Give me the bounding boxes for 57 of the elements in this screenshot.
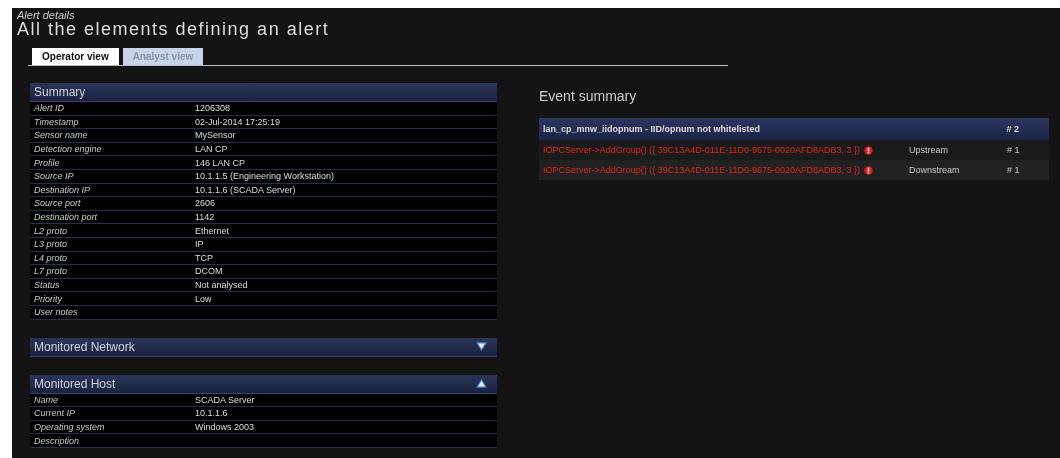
section-header[interactable]: Monitored Host (30, 374, 497, 394)
field-label: Profile (34, 157, 61, 168)
page-title: All the elements defining an alert (17, 21, 330, 38)
field-label: Detection engine (34, 144, 103, 155)
field-label: Destination port (34, 212, 99, 223)
event-rule-name: lan_cp_mnw_iidopnum - IID/opnum not whitelisted (543, 124, 760, 134)
event-count: # 1 (1007, 165, 1020, 175)
breadcrumb: Alert details (17, 10, 75, 21)
field-label: Operating system (34, 422, 106, 432)
field-value: Low (195, 293, 212, 304)
field-value: 02-Jul-2014 17:25:19 (195, 116, 281, 127)
event-direction: Upstream (909, 145, 949, 155)
field-label: L4 proto (34, 252, 69, 263)
section-header[interactable]: Monitored Network (30, 337, 497, 357)
collapse-arrow-icon[interactable] (476, 379, 487, 388)
field-value: 10.1.1.5 (Engineering Workstation) (195, 171, 334, 182)
field-value: SCADA Server (195, 394, 255, 405)
field-value: 1142 (195, 212, 215, 223)
event-direction: Downstream (909, 165, 961, 175)
field-label: L2 proto (34, 225, 69, 236)
field-value: LAN CP (195, 144, 228, 155)
section-header[interactable]: Summary (30, 83, 497, 102)
field-label: Destination IP (34, 184, 92, 195)
event-text: IOPCServer->AddGroup() ({ 39C13A4D-011E-11D0-9675-0020AFD8ADB3, 3 }) (543, 165, 861, 175)
field-label: User notes (34, 307, 79, 318)
field-value: IP (195, 239, 204, 250)
field-label: Source IP (34, 171, 75, 182)
field-value: 10.1.1.6 (SCADA Server) (195, 184, 296, 195)
field-label: L7 proto (34, 266, 69, 277)
field-value: MySensor (195, 130, 236, 141)
field-value: Not analysed (195, 280, 248, 290)
section-title: Event summary (539, 88, 638, 104)
event-count: # 2 (1006, 124, 1019, 134)
alert-icon (864, 165, 874, 175)
field-label: Status (34, 280, 61, 290)
alert-icon (864, 145, 874, 155)
field-label: Name (34, 394, 59, 405)
field-value: Windows 2003 (195, 422, 255, 432)
field-value: Ethernet (195, 225, 230, 236)
field-label: Sensor name (34, 130, 89, 141)
field-value: DCOM (195, 266, 223, 277)
field-value: 2606 (195, 198, 216, 209)
tab[interactable]: Operator view (32, 48, 119, 65)
field-label: L3 proto (34, 239, 69, 250)
collapse-arrow-icon[interactable] (476, 342, 487, 351)
field-value: 1206308 (195, 103, 231, 114)
field-label: Current IP (34, 408, 76, 419)
field-label: Priority (34, 293, 64, 304)
field-label: Alert ID (34, 103, 65, 114)
event-count: # 1 (1007, 145, 1020, 155)
field-value: 10.1.1.6 (195, 408, 228, 419)
field-label: Source port (34, 198, 82, 209)
field-value: 146 LAN CP (195, 157, 246, 168)
event-text: IOPCServer->AddGroup() ({ 39C13A4D-011E-11D0-9675-0020AFD8ADB3, 3 }) (543, 145, 861, 155)
field-label: Timestamp (34, 116, 80, 127)
field-value: TCP (195, 252, 213, 263)
field-label: Description (34, 435, 81, 446)
